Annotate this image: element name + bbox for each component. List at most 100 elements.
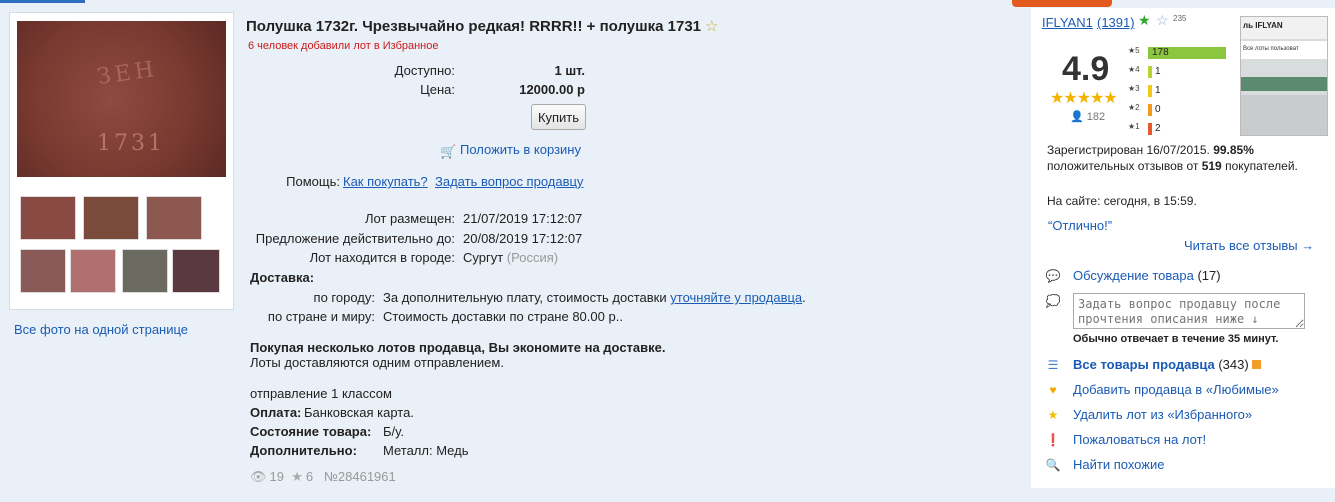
rating-bar-row: ★1 2 (1128, 122, 1161, 136)
seller-last-online: На сайте: сегодня, в 15:59. (1047, 194, 1197, 208)
lot-title-text: Полушка 1732г. Чрезвычайно редкая! RRRR!… (246, 18, 702, 35)
all-goods-count: (343) (1218, 357, 1249, 372)
ask-seller-link[interactable]: Задать вопрос продавцу (435, 174, 583, 189)
reg-positive-pct: 99.85% (1213, 143, 1254, 157)
photo-thumbnail-2[interactable] (83, 196, 139, 240)
discussion-link[interactable]: Обсуждение товара (1073, 268, 1194, 283)
rating-bar-star-label: ★4 (1128, 65, 1140, 74)
shipping-class: отправление 1 классом (250, 386, 392, 401)
reg-buyers-text: покупателей. (1225, 159, 1298, 173)
posted-label: Лот размещен: (364, 211, 455, 226)
top-action-tab[interactable] (1012, 0, 1112, 7)
seller-outline-star-icon: ☆ (1156, 12, 1169, 28)
rating-users-count: 182 (1086, 111, 1106, 123)
delivery-city-text: За дополнительную плату, стоимость доста… (383, 290, 667, 305)
views-eye-icon: 👁 (250, 469, 267, 484)
discussion-count: (17) (1197, 268, 1221, 283)
seller-thumb-band (1241, 77, 1327, 91)
add-seller-favorites-link[interactable]: Добавить продавца в «Любимые» (1073, 382, 1279, 397)
favorite-star-icon[interactable]: ☆ (705, 18, 718, 35)
seller-thumb-tab: Все лоты пользоват (1241, 41, 1327, 59)
rating-bar-star-label: ★3 (1128, 84, 1140, 93)
rating-bar-count: 178 (1152, 47, 1169, 58)
seller-thumb-body (1241, 95, 1327, 135)
seller-name-link[interactable]: IFLYAN1 (1042, 15, 1093, 30)
payment-value: Банковская карта. (304, 405, 414, 420)
main-photo[interactable]: ЗЕН 1731 (17, 21, 226, 177)
photo-thumbnail-3[interactable] (146, 196, 202, 240)
rating-bar-count: 1 (1155, 66, 1161, 77)
star-icon: ★ (1047, 408, 1059, 422)
read-all-reviews-link[interactable]: Читать все отзывы → (1184, 238, 1314, 253)
add-to-cart-link[interactable]: 🛒 Положить в корзину (440, 142, 581, 159)
ask-question-input[interactable] (1073, 293, 1305, 329)
lot-stats: 👁 19 ★ 6 №28461961 (250, 469, 396, 485)
ask-delivery-link[interactable]: уточняйте у продавца (670, 290, 802, 305)
rating-bar-fill (1148, 123, 1152, 135)
seller-star-count: 235 (1173, 14, 1187, 23)
all-goods-link[interactable]: Все товары продавца (1073, 357, 1215, 372)
seller-feedback-count-link[interactable]: (1391) (1097, 15, 1135, 30)
photo-thumbnail-5[interactable] (70, 249, 116, 293)
photo-thumbnail-7[interactable] (172, 249, 220, 293)
top-tab-indicator (0, 0, 85, 3)
photo-thumbnail-1[interactable] (20, 196, 76, 240)
rss-icon[interactable] (1251, 360, 1261, 369)
favs-count: 6 (305, 469, 314, 484)
views-count: 19 (269, 469, 284, 484)
rating-bar-row: ★2 0 (1128, 103, 1161, 117)
add-to-cart-label[interactable]: Положить в корзину (460, 142, 581, 157)
discussion-icon: 💬 (1045, 269, 1061, 283)
extra-value: Металл: Медь (383, 443, 469, 458)
city-country: (Россия) (506, 250, 559, 265)
rating-bar-fill (1148, 85, 1152, 97)
rating-bar-count: 1 (1155, 85, 1161, 96)
rating-bar-fill (1148, 66, 1152, 78)
rating-bar-row: ★5 178 (1128, 46, 1226, 60)
available-label: Доступно: (394, 63, 455, 78)
lot-number: №28461961 (323, 469, 396, 484)
lot-title: Полушка 1732г. Чрезвычайно редкая! RRRR!… (246, 17, 718, 35)
how-to-buy-link[interactable]: Как покупать? (343, 174, 428, 189)
seller-rating-users: 👤 182 (1070, 110, 1105, 123)
valid-until-label: Предложение действительно до: (255, 231, 455, 246)
user-icon: 👤 (1070, 111, 1084, 123)
delivery-world-value: Стоимость доставки по стране 80.00 р.. (383, 309, 623, 324)
payment-label: Оплата: (250, 405, 302, 420)
ask-question-icon: 💭 (1045, 294, 1061, 308)
main-photo-inscription: ЗЕН (95, 56, 160, 91)
seller-latest-review: “Отлично!” (1048, 218, 1113, 233)
favs-star-icon: ★ (291, 469, 303, 484)
list-icon: ☰ (1047, 358, 1059, 372)
city-name: Сургут (463, 250, 504, 265)
rating-bar-star-label: ★1 (1128, 122, 1140, 131)
rating-bar-fill (1148, 104, 1152, 116)
extra-label: Дополнительно: (250, 443, 357, 458)
buy-button[interactable]: Купить (531, 104, 586, 130)
posted-value: 21/07/2019 17:12:07 (463, 211, 583, 226)
find-similar-link[interactable]: Найти похожие (1073, 457, 1164, 472)
condition-label: Состояние товара: (250, 424, 372, 439)
remove-lot-favorites-link[interactable]: Удалить лот из «Избранного» (1073, 407, 1252, 422)
price-amount: 12000.00 р (519, 82, 585, 97)
all-photos-link[interactable]: Все фото на одной странице (14, 322, 188, 337)
seller-reply-time: Обычно отвечает в течение 35 минут. (1073, 333, 1279, 345)
cart-icon: 🛒 (440, 144, 457, 159)
available-count: 1 шт. (554, 63, 585, 78)
reg-positive-text: положительных отзывов от (1047, 159, 1199, 173)
seller-rating-value: 4.9 (1062, 50, 1110, 88)
delivery-city-value: За дополнительную плату, стоимость доста… (383, 290, 806, 305)
price-value: 12000.00 р (480, 82, 585, 97)
multi-lot-savings: Покупая несколько лотов продавца, Вы эко… (250, 340, 666, 355)
delivery-world-label: по стране и миру: (267, 309, 375, 324)
photo-thumbnail-6[interactable] (122, 249, 168, 293)
report-lot-link[interactable]: Пожаловаться на лот! (1073, 432, 1206, 447)
seller-page-thumbnail[interactable]: ль IFLYAN Все лоты пользоват (1240, 16, 1328, 136)
photo-thumbnail-4[interactable] (20, 249, 66, 293)
rating-bar-count: 0 (1155, 104, 1161, 115)
condition-value: Б/у. (383, 424, 404, 439)
seller-rating-stars: ★★★★★ (1050, 90, 1118, 107)
city-value: Сургут (Россия) (463, 250, 558, 265)
delivery-heading: Доставка: (250, 270, 315, 285)
delivery-city-label: по городу: (313, 290, 375, 305)
